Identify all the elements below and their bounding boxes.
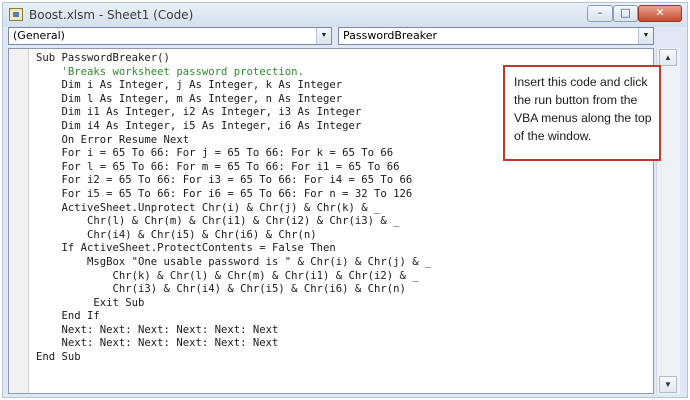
minimize-button[interactable]: – [587, 5, 613, 22]
code-line[interactable]: ActiveSheet.Unprotect Chr(i) & Chr(j) & … [36, 202, 431, 216]
code-text[interactable]: Sub PasswordBreaker() 'Breaks worksheet … [36, 52, 431, 365]
code-line[interactable]: Exit Sub [36, 297, 431, 311]
code-line[interactable]: On Error Resume Next [36, 134, 431, 148]
code-line[interactable]: Dim i1 As Integer, i2 As Integer, i3 As … [36, 106, 431, 120]
code-line[interactable]: End If [36, 310, 431, 324]
excel-module-icon [9, 8, 23, 21]
procedure-dropdown-value: PasswordBreaker [343, 29, 437, 42]
chevron-down-icon[interactable]: ▼ [316, 28, 331, 44]
callout-text: Insert this code and click the run butto… [514, 75, 652, 143]
close-button[interactable]: ✕ [638, 5, 682, 22]
instruction-callout: Insert this code and click the run butto… [503, 65, 661, 161]
window-title: Boost.xlsm - Sheet1 (Code) [29, 8, 194, 22]
code-line[interactable]: For i = 65 To 66: For j = 65 To 66: For … [36, 147, 431, 161]
code-line[interactable]: Chr(i4) & Chr(i5) & Chr(i6) & Chr(n) [36, 229, 431, 243]
code-line[interactable]: Dim l As Integer, m As Integer, n As Int… [36, 93, 431, 107]
code-line[interactable]: For i5 = 65 To 66: For i6 = 65 To 66: Fo… [36, 188, 431, 202]
title-bar[interactable]: Boost.xlsm - Sheet1 (Code) – □ ✕ [3, 3, 687, 27]
code-line[interactable]: For i2 = 65 To 66: For i3 = 65 To 66: Fo… [36, 174, 431, 188]
maximize-button[interactable]: □ [613, 5, 638, 22]
code-line[interactable]: Sub PasswordBreaker() [36, 52, 431, 66]
object-dropdown[interactable]: (General) ▼ [8, 27, 332, 45]
code-line[interactable]: 'Breaks worksheet password protection. [36, 66, 431, 80]
code-line[interactable]: Next: Next: Next: Next: Next: Next [36, 337, 431, 351]
code-line[interactable]: Chr(k) & Chr(l) & Chr(m) & Chr(i1) & Chr… [36, 270, 431, 284]
arrow-down-icon[interactable]: ▼ [659, 376, 677, 393]
code-line[interactable]: Dim i As Integer, j As Integer, k As Int… [36, 79, 431, 93]
code-line[interactable]: For l = 65 To 66: For m = 65 To 66: For … [36, 161, 431, 175]
code-line[interactable]: Chr(l) & Chr(m) & Chr(i1) & Chr(i2) & Ch… [36, 215, 431, 229]
procedure-dropdown[interactable]: PasswordBreaker ▼ [338, 27, 654, 45]
code-line[interactable]: Dim i4 As Integer, i5 As Integer, i6 As … [36, 120, 431, 134]
margin-indicator-bar[interactable] [9, 49, 29, 393]
code-line[interactable]: Chr(i3) & Chr(i4) & Chr(i5) & Chr(i6) & … [36, 283, 431, 297]
code-line[interactable]: Next: Next: Next: Next: Next: Next [36, 324, 431, 338]
object-dropdown-value: (General) [13, 29, 65, 42]
chevron-down-icon[interactable]: ▼ [638, 28, 653, 44]
code-line[interactable]: MsgBox "One usable password is " & Chr(i… [36, 256, 431, 270]
code-line[interactable]: If ActiveSheet.ProtectContents = False T… [36, 242, 431, 256]
code-line[interactable]: End Sub [36, 351, 431, 365]
arrow-up-icon[interactable]: ▲ [659, 49, 677, 66]
